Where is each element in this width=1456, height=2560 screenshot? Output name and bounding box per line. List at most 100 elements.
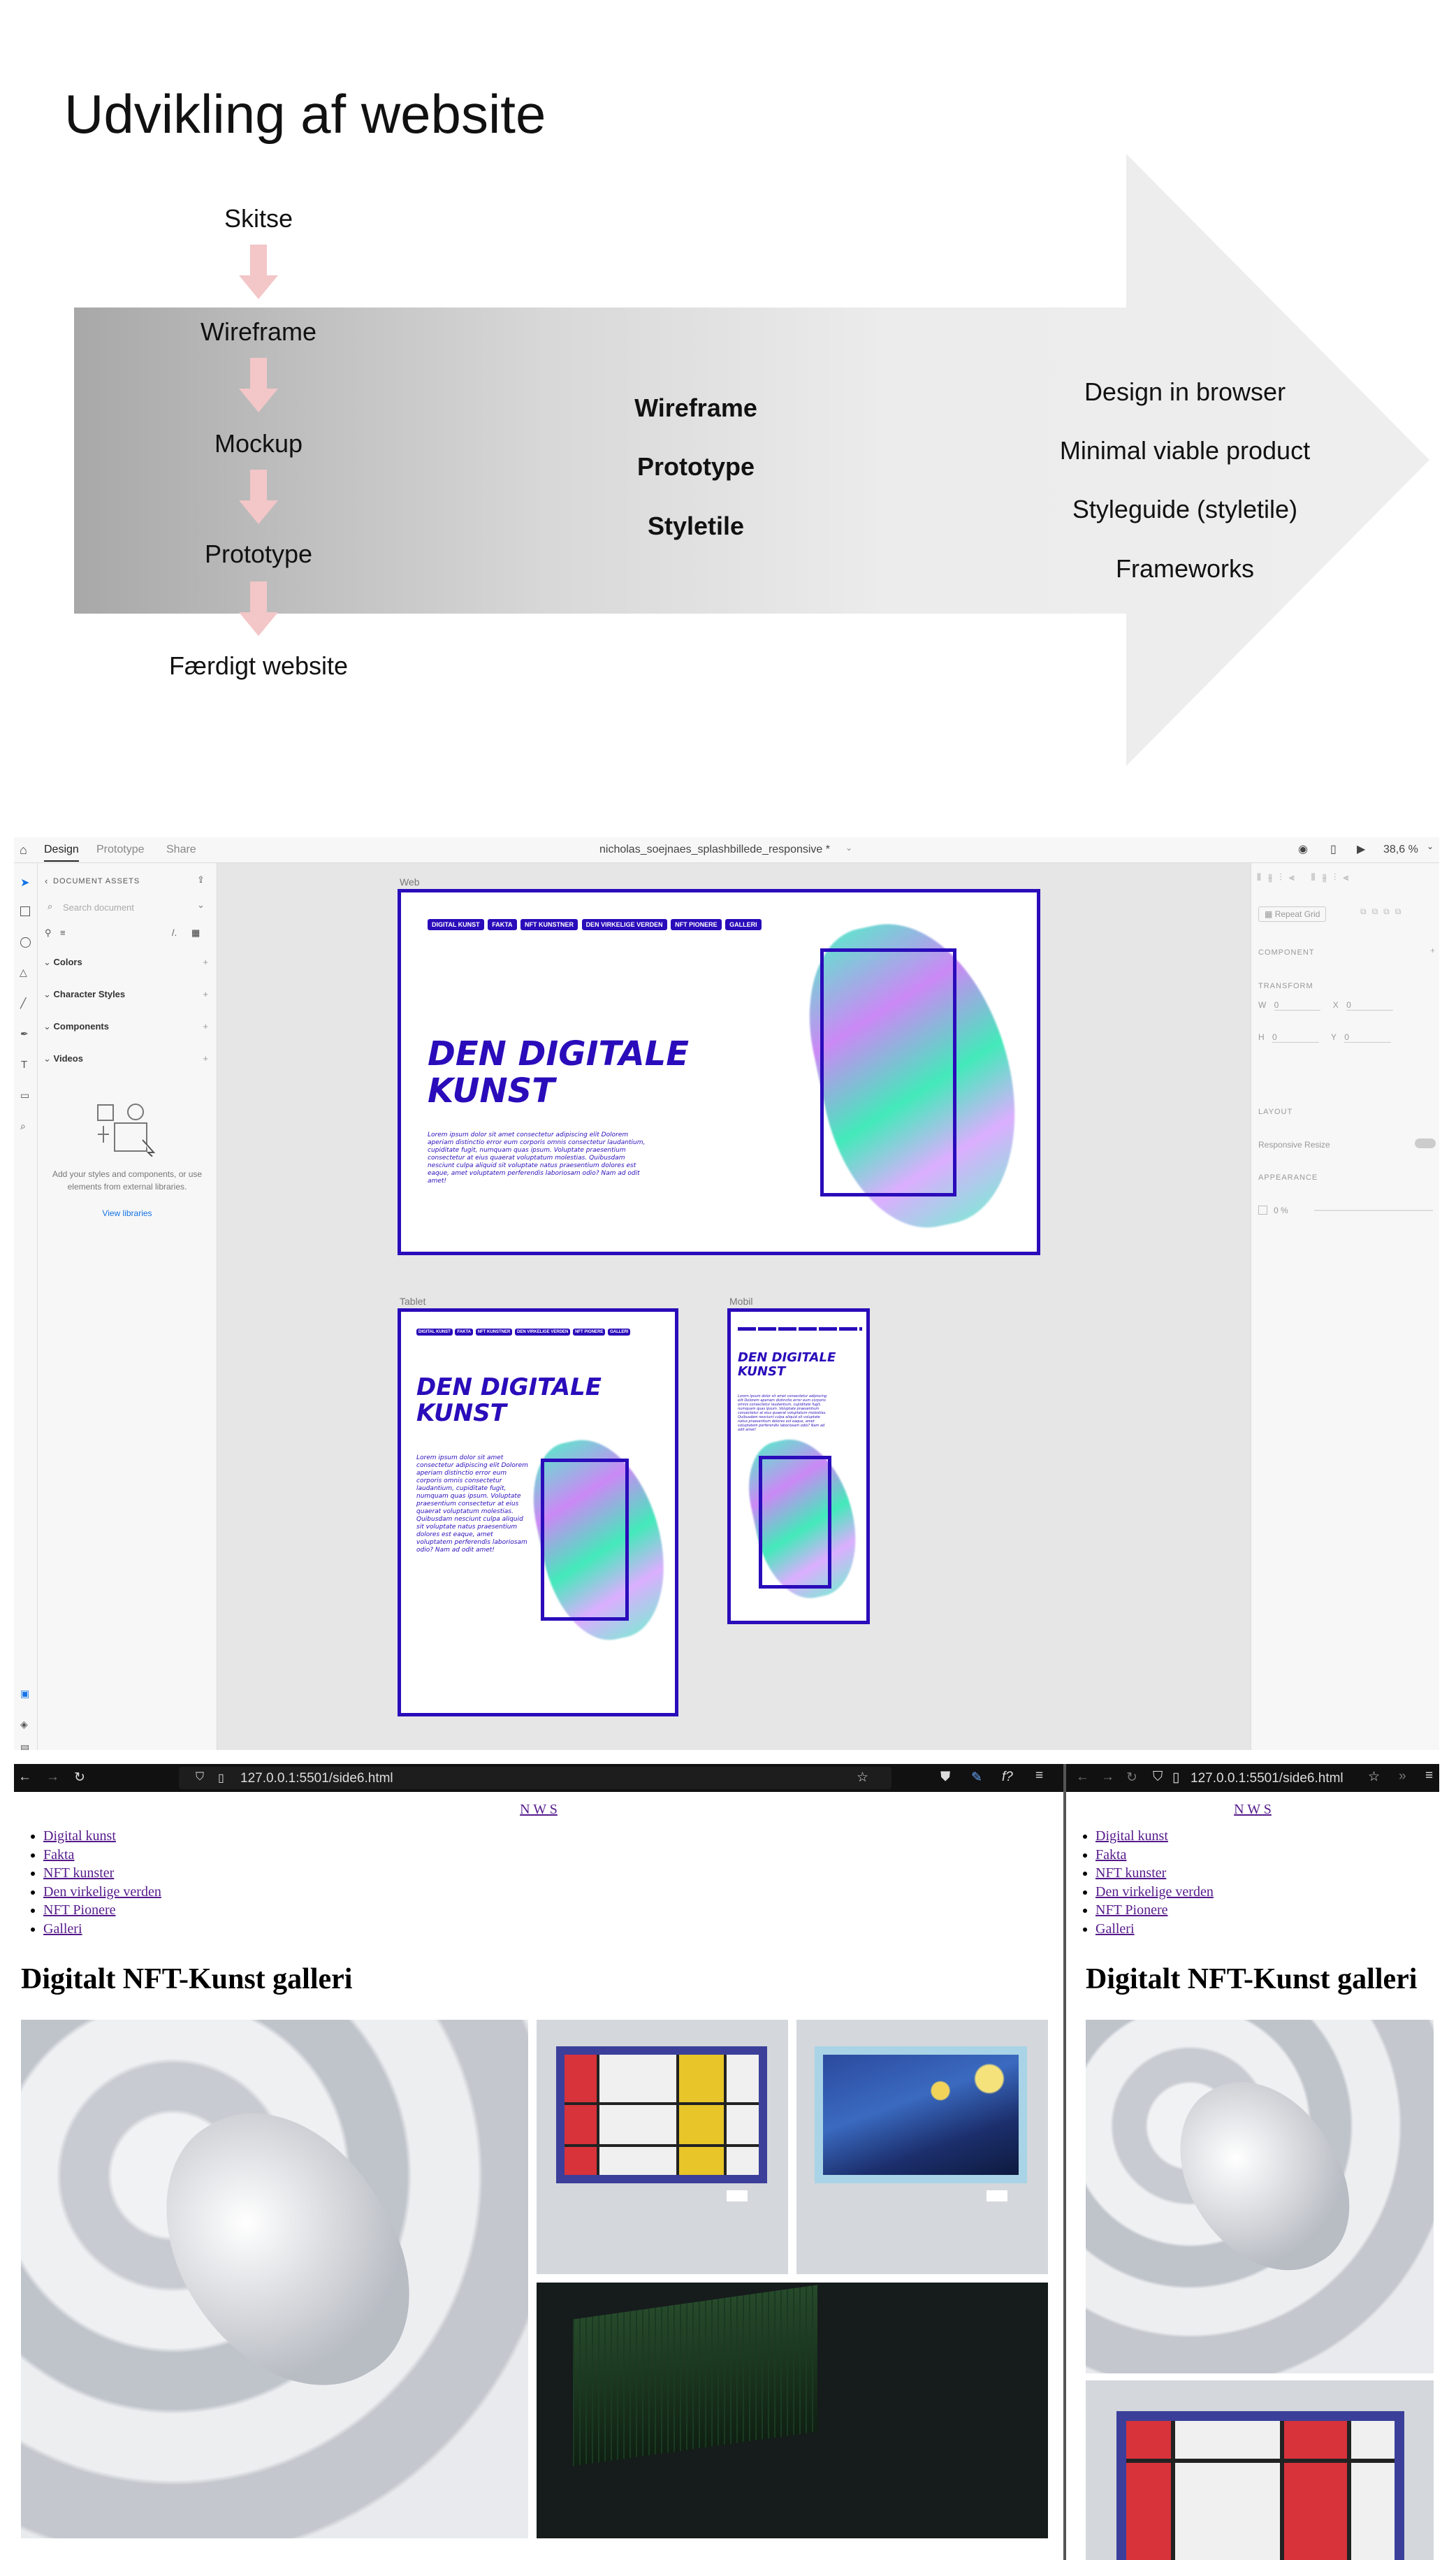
artboard-tablet[interactable]: DIGITAL KUNST FAKTA NFT KUNSTNER DEN VIR… — [398, 1308, 680, 1716]
nav-item: Galleri — [43, 1920, 161, 1939]
back-icon[interactable]: ← — [1076, 1770, 1089, 1785]
x-value[interactable]: 0 — [1346, 1000, 1393, 1011]
bookmark-star-icon[interactable]: ☆ — [857, 1770, 868, 1786]
document-title[interactable]: nicholas_soejnaes_splashbillede_responsi… — [599, 844, 830, 856]
back-chevron-icon[interactable]: ‹ — [45, 876, 48, 886]
share-icon[interactable]: ⇪ — [197, 874, 205, 885]
section-videos[interactable]: ⌄ Videos + — [43, 1053, 208, 1064]
artboard-label-mobile: Mobil — [729, 1296, 753, 1307]
repeat-grid-button[interactable]: ▦ Repeat Grid — [1258, 906, 1327, 922]
nav-link[interactable]: Galleri — [43, 1921, 82, 1937]
device-preview-icon[interactable]: ▯ — [1330, 842, 1337, 856]
responsive-resize-toggle[interactable] — [1415, 1138, 1436, 1148]
view-libraries-link[interactable]: View libraries — [49, 1208, 205, 1218]
gallery-image-starry-night[interactable] — [796, 2020, 1048, 2274]
text-tool-icon[interactable]: T — [21, 1059, 27, 1071]
add-icon[interactable]: + — [203, 989, 208, 999]
menu-icon[interactable]: ≡ — [1425, 1768, 1433, 1784]
tab-share[interactable]: Share — [166, 844, 196, 856]
artboard-tool-icon[interactable]: ▭ — [20, 1090, 29, 1101]
add-icon[interactable]: + — [203, 957, 208, 967]
grid-view-icon[interactable]: ▦ — [191, 927, 200, 939]
user-icon[interactable]: ◉ — [1298, 842, 1308, 856]
zoom-tool-icon[interactable]: ⌕ — [20, 1120, 26, 1132]
gallery-image-statue[interactable] — [21, 2020, 528, 2538]
section-label: Colors — [53, 957, 82, 967]
tab-design[interactable]: Design — [44, 844, 79, 862]
nav-link[interactable]: Digital kunst — [1095, 1828, 1168, 1844]
overflow-chevron-icon[interactable]: » — [1399, 1769, 1406, 1784]
forward-icon[interactable]: → — [46, 1770, 59, 1785]
site-logo-link[interactable]: N W S — [14, 1802, 1063, 1818]
opacity-checkbox[interactable] — [1258, 1206, 1267, 1215]
gallery-image-mondrian[interactable] — [1086, 2380, 1434, 2560]
reload-icon[interactable]: ↻ — [74, 1770, 85, 1786]
h-value[interactable]: 0 — [1272, 1032, 1319, 1043]
opacity-slider[interactable] — [1314, 1210, 1433, 1211]
nav-link[interactable]: Den virkelige verden — [1095, 1884, 1214, 1900]
chevron-down-icon[interactable]: ⌄ — [1427, 841, 1434, 851]
add-icon[interactable]: + — [1430, 946, 1435, 955]
search-input[interactable]: Search document — [63, 902, 134, 913]
plugins-icon[interactable]: ▤ — [20, 1742, 29, 1750]
nav-link[interactable]: Fakta — [43, 1847, 74, 1863]
hero-paragraph: Lorem ipsum dolor sit amet consectetur a… — [428, 1131, 646, 1185]
pen-tool-icon[interactable]: ✒ — [20, 1028, 29, 1040]
nav-link[interactable]: Den virkelige verden — [43, 1884, 161, 1900]
section-colors[interactable]: ⌄ Colors + — [43, 957, 208, 968]
gallery-image-matrix-laptop[interactable] — [537, 2283, 1048, 2538]
artboard-mobile[interactable]: DEN DIGITALE KUNST Lorem ipsum dolor sit… — [727, 1308, 870, 1624]
tab-prototype[interactable]: Prototype — [96, 844, 144, 856]
menu-icon[interactable]: ≡ — [1035, 1768, 1043, 1784]
url-bar[interactable]: ⛉ ▯ 127.0.0.1:5501/side6.html ☆ — [179, 1767, 891, 1789]
chevron-down-icon[interactable]: ⌄ — [197, 899, 205, 911]
gallery-image-statue[interactable] — [1086, 2020, 1434, 2373]
line-tool-icon[interactable]: ╱ — [20, 997, 26, 1009]
section-character-styles[interactable]: ⌄ Character Styles + — [43, 989, 208, 1000]
add-icon[interactable]: + — [203, 1053, 208, 1064]
site-logo-link[interactable]: N W S — [1066, 1802, 1439, 1818]
bookmark-star-icon[interactable]: ☆ — [1368, 1769, 1380, 1785]
y-value[interactable]: 0 — [1344, 1032, 1391, 1043]
logo-text[interactable]: N W S — [1234, 1802, 1272, 1817]
eyedropper-icon[interactable]: ✎ — [971, 1770, 982, 1786]
play-icon[interactable]: ▶ — [1357, 842, 1365, 856]
select-tool-icon[interactable]: ➤ — [20, 876, 29, 890]
sort-icon[interactable]: ≡ — [60, 927, 66, 938]
reload-icon[interactable]: ↻ — [1126, 1770, 1137, 1786]
filter-icon[interactable]: ⚲ — [45, 927, 52, 939]
opacity-value[interactable]: 0 % — [1274, 1206, 1288, 1215]
process-slide: Udvikling af website Skitse Wireframe Mo… — [0, 0, 1456, 811]
artboard-web[interactable]: DIGITAL KUNST FAKTA NFT KUNSTNER DEN VIR… — [398, 889, 1040, 1255]
layers-icon[interactable]: ◈ — [20, 1719, 28, 1730]
extension-icon[interactable]: f? — [1002, 1770, 1013, 1785]
assets-panel-icon[interactable]: ▣ — [20, 1688, 29, 1700]
nav-link[interactable]: Fakta — [1095, 1847, 1126, 1863]
zoom-level[interactable]: 38,6 % — [1383, 844, 1418, 856]
home-icon[interactable]: ⌂ — [20, 843, 27, 858]
back-icon[interactable]: ← — [18, 1770, 31, 1785]
boolean-ops-icon[interactable]: ⧉⧉⧉⧉ — [1360, 906, 1406, 917]
search-icon: ⌕ — [48, 901, 53, 911]
pocket-icon[interactable]: ⛊ — [940, 1770, 950, 1785]
nav-link[interactable]: NFT kunster — [43, 1865, 114, 1881]
forward-icon[interactable]: → — [1101, 1770, 1114, 1785]
rectangle-tool-icon[interactable] — [20, 906, 30, 916]
polygon-tool-icon[interactable]: △ — [20, 967, 27, 978]
url-text[interactable]: 127.0.0.1:5501/side6.html — [240, 1771, 393, 1786]
nav-link[interactable]: NFT kunster — [1095, 1865, 1166, 1881]
chevron-down-icon[interactable]: ⌄ — [845, 843, 852, 853]
section-components[interactable]: ⌄ Components + — [43, 1021, 208, 1032]
ellipse-tool-icon[interactable] — [20, 937, 31, 948]
nav-link[interactable]: NFT Pionere — [43, 1902, 116, 1918]
logo-text[interactable]: N W S — [520, 1802, 558, 1817]
add-icon[interactable]: + — [203, 1021, 208, 1032]
gallery-image-mondrian[interactable] — [537, 2020, 788, 2274]
nav-link[interactable]: Galleri — [1095, 1921, 1135, 1937]
list-view-icon[interactable]: /. — [172, 927, 177, 938]
w-value[interactable]: 0 — [1274, 1000, 1321, 1011]
url-text[interactable]: 127.0.0.1:5501/side6.html — [1191, 1771, 1344, 1786]
nav-link[interactable]: NFT Pionere — [1095, 1902, 1168, 1918]
nav-link[interactable]: Digital kunst — [43, 1828, 116, 1844]
search-field[interactable]: ⌕ Search document ⌄ — [43, 898, 208, 916]
